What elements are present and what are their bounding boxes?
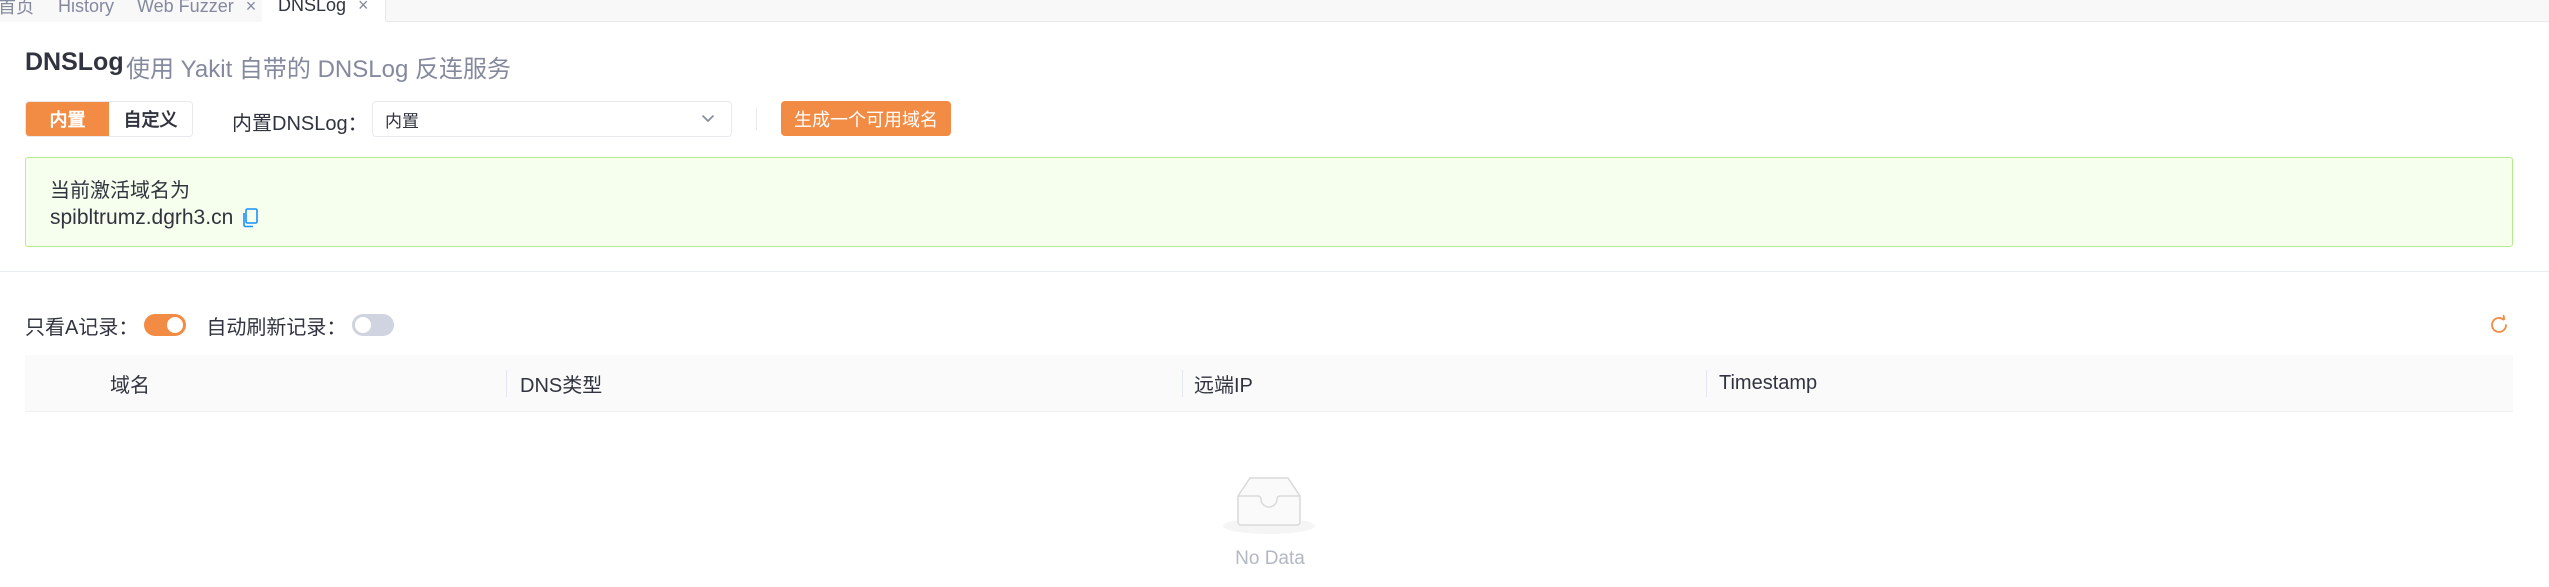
active-domain-row: spibltrumz.dgrh3.cn [50, 206, 259, 230]
empty-inbox-icon [1223, 477, 1315, 534]
close-icon[interactable]: × [358, 0, 369, 16]
only-a-records-label: 只看A记录： [25, 316, 139, 339]
mode-builtin-button[interactable]: 内置 [26, 102, 109, 136]
active-domain-value: spibltrumz.dgrh3.cn [50, 206, 234, 229]
toolbar-divider [756, 108, 757, 130]
column-header-remote-ip[interactable]: 远端IP [1194, 355, 1253, 412]
tab-dnslog-label: DNSLog [278, 0, 347, 15]
switch-knob [355, 317, 372, 333]
page-title: DNSLog [25, 48, 124, 76]
tab-bar: 首页 History Web Fuzzer × DNSLog × [0, 0, 2549, 22]
section-divider [0, 271, 2549, 272]
chevron-down-icon [702, 115, 714, 122]
refresh-icon[interactable] [2488, 314, 2510, 336]
column-divider [1706, 370, 1707, 397]
only-a-records-switch[interactable] [144, 314, 187, 336]
builtin-dnslog-select[interactable]: 内置 [372, 101, 732, 137]
active-domain-label: 当前激活域名为 [50, 180, 190, 202]
tab-web-fuzzer[interactable]: Web Fuzzer × [121, 0, 274, 22]
builtin-dnslog-label: 内置DNSLog： [232, 113, 368, 135]
tab-history[interactable]: History [42, 0, 132, 22]
mode-segmented-control: 内置 自定义 [25, 101, 193, 137]
tab-web-fuzzer-label: Web Fuzzer [137, 0, 234, 16]
empty-state-text: No Data [1235, 548, 1305, 569]
mode-custom-button[interactable]: 自定义 [109, 102, 192, 136]
builtin-dnslog-select-value: 内置 [385, 111, 419, 131]
generate-domain-button[interactable]: 生成一个可用域名 [781, 101, 951, 136]
table-header: 域名 DNS类型 远端IP Timestamp [25, 355, 2513, 412]
tab-history-label: History [58, 0, 115, 16]
close-icon[interactable]: × [246, 0, 257, 17]
copy-icon[interactable] [241, 208, 259, 228]
column-header-domain[interactable]: 域名 [110, 355, 150, 412]
tab-home-label: 首页 [0, 0, 34, 17]
auto-refresh-switch[interactable] [352, 314, 395, 336]
tab-dnslog[interactable]: DNSLog × [262, 0, 386, 22]
column-header-dns-type[interactable]: DNS类型 [520, 355, 602, 412]
column-divider [1182, 370, 1183, 397]
switch-knob [167, 317, 184, 333]
active-domain-panel: 当前激活域名为 spibltrumz.dgrh3.cn [25, 157, 2513, 247]
page-subtitle: 使用 Yakit 自带的 DNSLog 反连服务 [126, 56, 511, 83]
auto-refresh-label: 自动刷新记录： [206, 316, 347, 339]
column-divider [506, 370, 507, 397]
filter-toggles: 只看A记录： 自动刷新记录： [25, 312, 414, 339]
column-header-timestamp[interactable]: Timestamp [1719, 355, 1817, 412]
